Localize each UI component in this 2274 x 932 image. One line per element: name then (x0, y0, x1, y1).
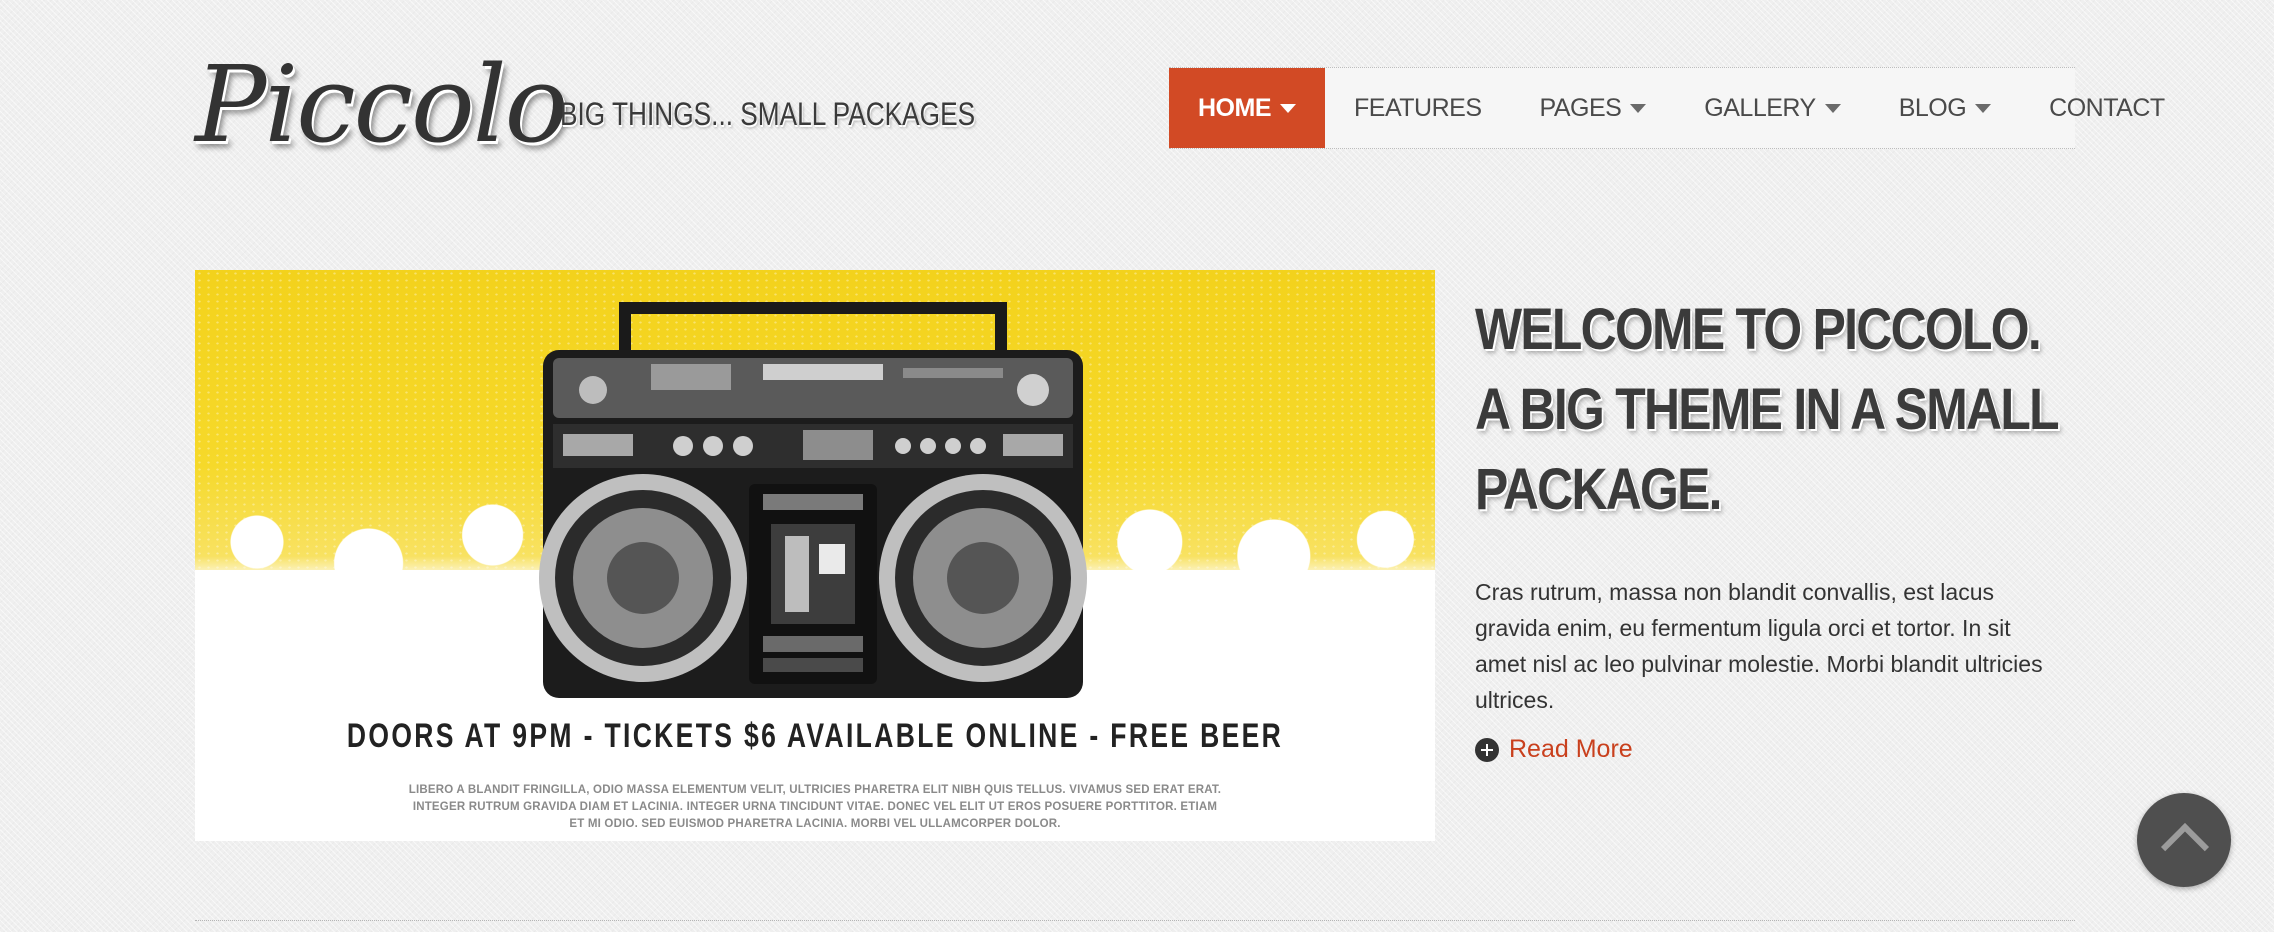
hero-fine-print: LIBERO A BLANDIT FRINGILLA, ODIO MASSA E… (408, 784, 1222, 830)
plus-circle-icon (1475, 737, 1499, 762)
nav-item-blog[interactable]: BLOG (1870, 68, 2020, 148)
section-divider (195, 920, 2075, 921)
nav-item-pages[interactable]: PAGES (1511, 68, 1676, 148)
page-container: Piccolo BIG THINGS... SMALL PACKAGES HOM… (195, 0, 2165, 932)
hero-headline: DOORS AT 9PM - TICKETS $6 AVAILABLE ONLI… (346, 717, 1284, 755)
hero-banner-image: DOORS AT 9PM - TICKETS $6 AVAILABLE ONLI… (195, 270, 1435, 841)
nav-item-label: FEATURES (1354, 93, 1482, 122)
chevron-up-icon (2160, 822, 2210, 872)
caret-down-icon (1824, 103, 1841, 113)
back-to-top-button[interactable] (2137, 793, 2231, 887)
main-nav: HOME FEATURES PAGES GALLERY BLOG CONTACT (1169, 67, 2165, 149)
welcome-heading-line: A BIG THEME IN A SMALL (1475, 377, 2060, 442)
site-tagline: BIG THINGS... SMALL PACKAGES (560, 96, 976, 132)
nav-item-label: CONTACT (2049, 93, 2165, 122)
site-logo[interactable]: Piccolo (195, 52, 568, 158)
welcome-body-text: Cras rutrum, massa non blandit convallis… (1475, 579, 2043, 713)
nav-item-label: GALLERY (1704, 93, 1816, 122)
nav-item-label: PAGES (1539, 93, 1622, 122)
nav-item-contact[interactable]: CONTACT (2020, 68, 2193, 148)
nav-item-label: HOME (1198, 93, 1272, 122)
caret-down-icon (1630, 103, 1647, 113)
welcome-heading-line: WELCOME TO PICCOLO. (1475, 297, 2042, 362)
read-more-label: Read More (1509, 735, 1633, 763)
nav-item-label: BLOG (1898, 93, 1967, 122)
caret-down-icon (1975, 103, 1992, 113)
nav-item-gallery[interactable]: GALLERY (1675, 68, 1869, 148)
nav-item-home[interactable]: HOME (1169, 68, 1325, 148)
read-more-link[interactable]: Read More (1475, 735, 1633, 764)
welcome-heading-line: PACKAGE. (1475, 457, 1723, 522)
nav-item-features[interactable]: FEATURES (1325, 68, 1511, 148)
welcome-heading: WELCOME TO PICCOLO. A BIG THEME IN A SMA… (1475, 290, 2060, 530)
boombox-illustration (539, 302, 1087, 698)
caret-down-icon (1280, 103, 1296, 113)
